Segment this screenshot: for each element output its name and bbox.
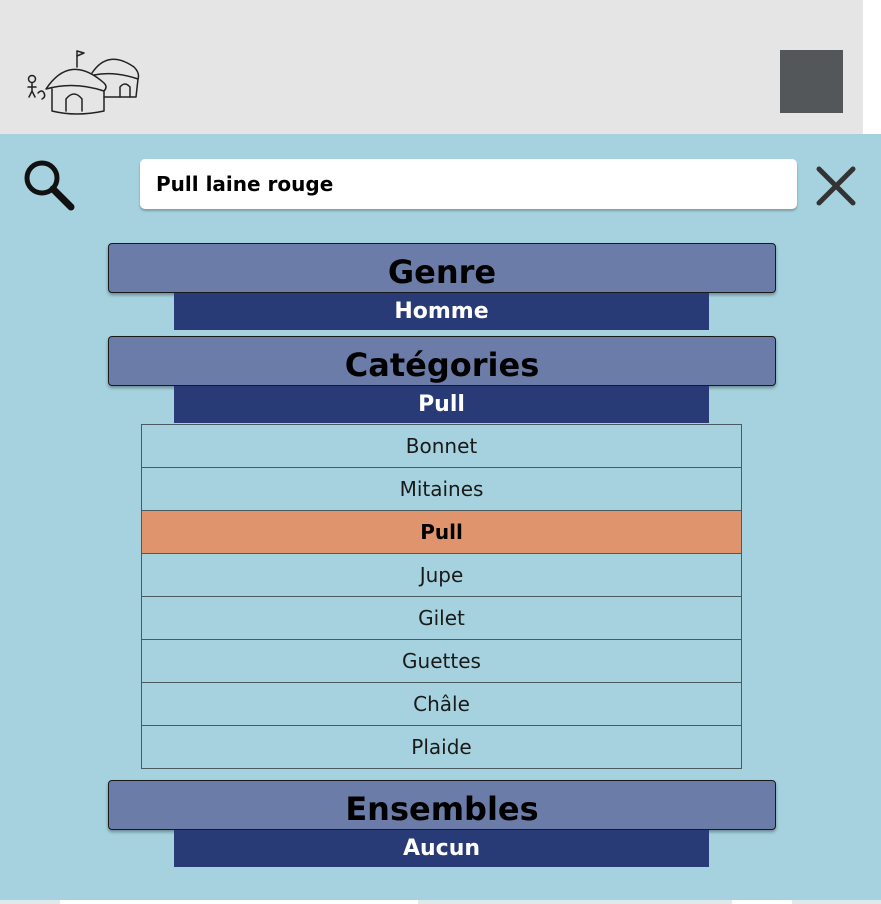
category-option-guettes[interactable]: Guettes (141, 639, 742, 683)
close-icon[interactable] (813, 163, 859, 209)
content-card-edge (60, 900, 418, 904)
genre-section-header[interactable]: Genre (108, 243, 776, 293)
content-card-edge (732, 900, 792, 904)
categories-selected-value: Pull (174, 386, 709, 423)
ensembles-section-header[interactable]: Ensembles (108, 780, 776, 830)
category-option-jupe[interactable]: Jupe (141, 553, 742, 597)
genre-selected-value: Homme (174, 293, 709, 330)
category-option-chale[interactable]: Châle (141, 682, 742, 726)
category-option-gilet[interactable]: Gilet (141, 596, 742, 640)
category-option-pull[interactable]: Pull (141, 510, 742, 554)
village-huts-logo-icon[interactable] (24, 45, 142, 117)
search-input[interactable] (140, 159, 797, 209)
category-options-list: Bonnet Mitaines Pull Jupe Gilet Guettes … (141, 424, 742, 769)
categories-section-header[interactable]: Catégories (108, 336, 776, 386)
category-option-mitaines[interactable]: Mitaines (141, 467, 742, 511)
page-content-edge (0, 900, 881, 904)
category-option-bonnet[interactable]: Bonnet (141, 424, 742, 468)
search-filter-panel: Genre Homme Catégories Pull Bonnet Mitai… (0, 134, 881, 900)
ensembles-selected-value: Aucun (174, 830, 709, 867)
menu-button[interactable] (780, 50, 843, 113)
search-icon[interactable] (22, 158, 76, 212)
top-bar (0, 0, 863, 134)
category-option-plaide[interactable]: Plaide (141, 725, 742, 769)
